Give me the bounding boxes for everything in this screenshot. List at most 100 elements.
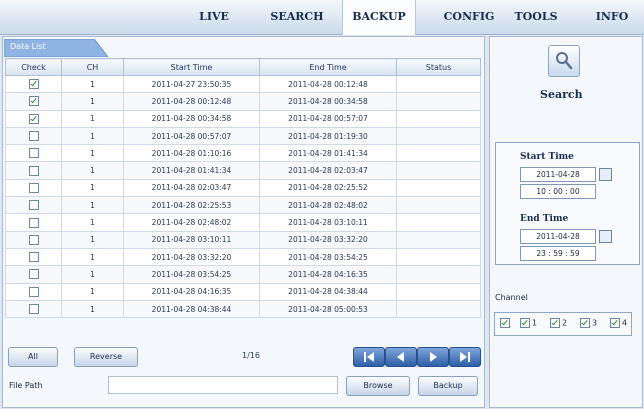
cell-end-time: 2011-04-28 00:57:07 [259,109,397,128]
cell-end-time: 2011-04-28 01:41:34 [259,144,397,163]
table-row[interactable]: 1 2011-04-28 00:12:48 2011-04-28 00:34:58 [5,92,481,111]
row-checkbox[interactable] [28,148,39,159]
channel-checkbox[interactable] [610,318,620,328]
row-checkbox[interactable] [28,286,39,297]
channel-checkbox-label: 2 [562,318,568,328]
nav-tab-config[interactable]: CONFIG [438,0,500,34]
table-row[interactable]: 1 2011-04-28 02:48:02 2011-04-28 03:10:11 [5,213,481,232]
channel-item-2[interactable]: 2 [550,318,567,328]
end-date-field[interactable]: 2011-04-28 [520,229,596,244]
row-checkbox[interactable] [28,234,39,245]
select-all-button[interactable]: All [8,347,58,367]
reverse-selection-button[interactable]: Reverse [74,347,138,367]
table-row[interactable]: 1 2011-04-28 03:54:25 2011-04-28 04:16:35 [5,265,481,284]
data-list-tab[interactable]: Data List [4,39,108,57]
next-page-button[interactable] [417,347,449,367]
row-checkbox[interactable] [28,96,39,107]
cell-ch: 1 [61,144,124,163]
col-header-status[interactable]: Status [396,58,481,76]
nav-tab-search[interactable]: SEARCH [266,0,328,34]
channel-item-3[interactable]: 3 [580,318,597,328]
row-checkbox-cell [5,230,62,249]
table-row[interactable]: 1 2011-04-28 04:16:35 2011-04-28 04:38:44 [5,282,481,301]
row-checkbox[interactable] [28,165,39,176]
table-row[interactable]: 1 2011-04-28 02:03:47 2011-04-28 02:25:52 [5,178,481,198]
table-row[interactable]: 1 2011-04-27 23:50:35 2011-04-28 00:12:48 [5,74,481,94]
cell-ch: 1 [61,299,124,319]
cell-end-time: 2011-04-28 05:00:53 [259,299,397,319]
row-checkbox-cell [5,282,62,301]
channel-checkbox[interactable] [550,318,560,328]
nav-tab-info[interactable]: INFO [590,0,634,34]
channel-checkbox[interactable] [500,318,510,328]
first-page-button[interactable] [353,347,385,367]
table-row[interactable]: 1 2011-04-28 03:10:11 2011-04-28 03:32:20 [5,230,481,249]
channel-checkbox[interactable] [520,318,530,328]
table-row[interactable]: 1 2011-04-28 04:38:44 2011-04-28 05:00:53 [5,299,481,319]
cell-ch: 1 [61,230,124,249]
row-checkbox[interactable] [28,252,39,263]
col-header-start-time[interactable]: Start Time [123,58,260,76]
magnifier-icon [556,52,573,70]
browse-button[interactable]: Browse [346,376,410,396]
row-checkbox[interactable] [28,269,39,280]
cell-status [396,144,481,163]
start-date-calendar-icon[interactable] [599,168,612,181]
cell-start-time: 2011-04-28 03:32:20 [123,247,260,267]
col-header-check[interactable]: Check [5,58,62,76]
table-row[interactable]: 1 2011-04-28 00:34:58 2011-04-28 00:57:07 [5,109,481,128]
backup-button[interactable]: Backup [418,376,478,396]
cell-status [396,213,481,232]
cell-ch: 1 [61,213,124,232]
end-date-calendar-icon[interactable] [599,230,612,243]
nav-tab-live[interactable]: LIVE [188,0,240,34]
start-time-label: Start Time [520,152,574,162]
end-time-label: End Time [520,214,569,224]
row-checkbox[interactable] [28,79,39,90]
cell-ch: 1 [61,92,124,111]
cell-end-time: 2011-04-28 03:32:20 [259,230,397,249]
end-time-field[interactable]: 23 : 59 : 59 [520,246,596,261]
channel-checkbox[interactable] [580,318,590,328]
table-row[interactable]: 1 2011-04-28 01:41:34 2011-04-28 02:03:47 [5,161,481,180]
first-page-icon [364,352,374,362]
channel-item-1[interactable]: 1 [520,318,537,328]
cell-status [396,230,481,249]
start-time-field[interactable]: 10 : 00 : 00 [520,184,596,199]
row-checkbox[interactable] [28,304,39,314]
cell-start-time: 2011-04-28 02:48:02 [123,213,260,232]
nav-tab-backup[interactable]: BACKUP [342,0,416,35]
table-row[interactable]: 1 2011-04-28 00:57:07 2011-04-28 01:19:30 [5,126,481,146]
last-page-button[interactable] [449,347,481,367]
row-checkbox-cell [5,74,62,94]
cell-start-time: 2011-04-28 00:57:07 [123,126,260,146]
cell-end-time: 2011-04-28 00:12:48 [259,74,397,94]
cell-ch: 1 [61,282,124,301]
row-checkbox[interactable] [28,182,39,193]
channel-item-all[interactable] [500,318,512,328]
cell-end-time: 2011-04-28 03:54:25 [259,247,397,267]
cell-end-time: 2011-04-28 03:10:11 [259,213,397,232]
col-header-ch[interactable]: CH [61,58,124,76]
cell-end-time: 2011-04-28 01:19:30 [259,126,397,146]
table-row[interactable]: 1 2011-04-28 01:10:16 2011-04-28 01:41:34 [5,144,481,163]
previous-page-button[interactable] [385,347,417,367]
channel-item-4[interactable]: 4 [610,318,627,328]
file-path-input[interactable] [108,376,338,394]
col-header-end-time[interactable]: End Time [259,58,397,76]
row-checkbox[interactable] [28,200,39,211]
cell-status [396,126,481,146]
search-button[interactable] [548,45,580,77]
cell-status [396,247,481,267]
table-row[interactable]: 1 2011-04-28 03:32:20 2011-04-28 03:54:25 [5,247,481,267]
nav-tab-tools[interactable]: TOOLS [510,0,562,34]
table-row[interactable]: 1 2011-04-28 02:25:53 2011-04-28 02:48:02 [5,196,481,215]
row-checkbox[interactable] [28,113,39,124]
cell-status [396,74,481,94]
row-checkbox[interactable] [28,131,39,142]
previous-page-icon [397,352,404,362]
cell-ch: 1 [61,178,124,198]
start-date-field[interactable]: 2011-04-28 [520,167,596,182]
cell-start-time: 2011-04-28 01:10:16 [123,144,260,163]
row-checkbox[interactable] [28,217,39,228]
